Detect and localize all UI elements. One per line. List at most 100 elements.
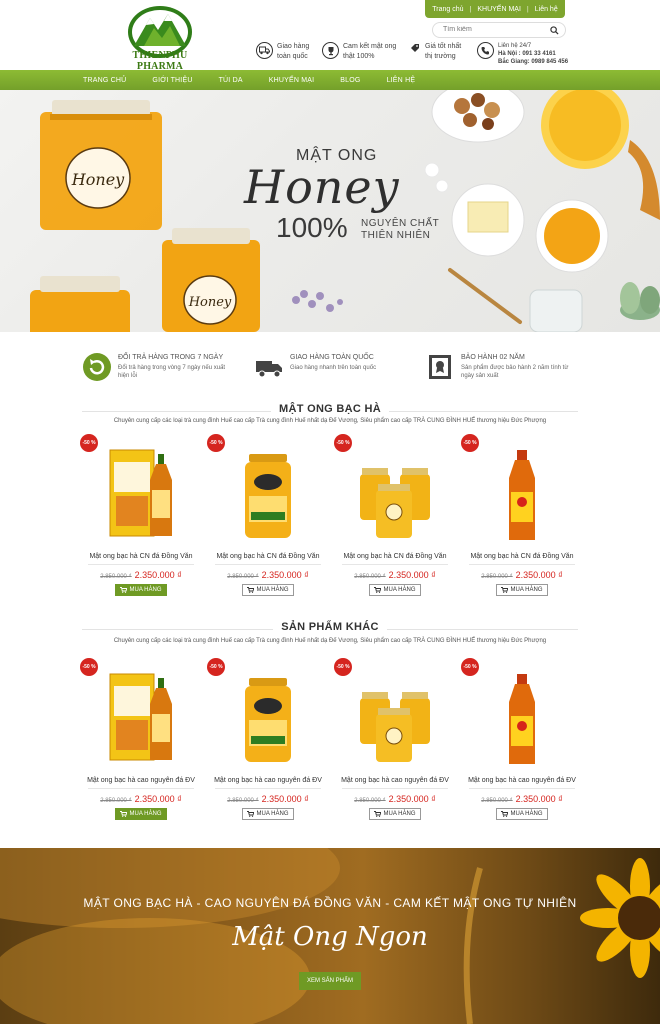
divider	[215, 788, 321, 789]
product-card[interactable]: -50 % Mật ong bạc hà CN đá Đồng Văn 2.850.…	[207, 434, 327, 596]
nav-home[interactable]: TRANG CHỦ	[70, 77, 139, 84]
cart-icon	[120, 587, 128, 593]
product-card[interactable]: -50 % Mật ong bạc hà CN đá Đồng Văn 2.850.…	[334, 434, 454, 596]
product-image[interactable]: -50 %	[207, 658, 327, 770]
view-products-button[interactable]: XEM SẢN PHẨM	[299, 972, 361, 990]
product-image[interactable]: -50 %	[334, 658, 454, 770]
juice-glass-image	[541, 90, 629, 169]
buy-button[interactable]: MUA HÀNG	[242, 584, 294, 596]
divider	[88, 564, 194, 565]
sale-price: 2.350.000 ₫	[515, 794, 563, 804]
top-link-promo[interactable]: KHUYẾN MẠI	[477, 6, 521, 13]
cart-icon	[374, 587, 382, 593]
return-icon	[83, 353, 111, 381]
old-price: 2.850.000 ₫	[354, 798, 386, 804]
cart-icon	[120, 811, 128, 817]
product-card[interactable]: -50 % Mật ong bạc hà CN đá Đồng Văn 2.850.…	[461, 434, 581, 596]
glass-jar-image	[529, 289, 583, 332]
nav-promo[interactable]: KHUYẾN MẠI	[256, 77, 328, 84]
product-name[interactable]: Mật ong bạc hà cao nguyên đá ĐV	[463, 777, 581, 784]
buy-button-label: MUA HÀNG	[383, 587, 416, 593]
product-card[interactable]: -50 % Mật ong bạc hà cao nguyên đá ĐV 2.85…	[80, 658, 200, 820]
search-box[interactable]	[432, 22, 566, 38]
product-prices: 2.850.000 ₫ 2.350.000 ₫	[82, 570, 200, 580]
buy-button-label: MUA HÀNG	[510, 811, 543, 817]
feature-guarantee: Cam kết mật ong thật 100%	[322, 42, 415, 62]
old-price: 2.850.000 ₫	[100, 574, 132, 580]
buy-button[interactable]: MUA HÀNG	[369, 584, 421, 596]
product-name[interactable]: Mật ong bạc hà cao nguyên đá ĐV	[82, 777, 200, 784]
product-name[interactable]: Mật ong bạc hà CN đá Đồng Văn	[82, 553, 200, 560]
cart-icon	[247, 587, 255, 593]
old-price: 2.850.000 ₫	[227, 798, 259, 804]
top-link-home[interactable]: Trang chủ	[432, 6, 463, 13]
svg-text:Honey: Honey	[71, 170, 125, 189]
honey-jar-image: Honey	[40, 100, 162, 230]
buy-button[interactable]: MUA HÀNG	[115, 584, 167, 596]
discount-badge: -50 %	[80, 434, 98, 452]
product-name[interactable]: Mật ong bạc hà cao nguyên đá ĐV	[209, 777, 327, 784]
service-desc: Đổi trả hàng trong vòng 7 ngày nếu xuất …	[118, 365, 226, 379]
search-input[interactable]	[443, 26, 543, 33]
cart-icon	[501, 811, 509, 817]
product-image[interactable]: -50 %	[207, 434, 327, 546]
nav-blog[interactable]: BLOG	[327, 77, 373, 84]
feature-price: Giá tốt nhất thị trường	[409, 42, 477, 62]
discount-badge: -50 %	[207, 658, 225, 676]
main-nav: TRANG CHỦ GIỚI THIỆU TÚI DA KHUYẾN MẠI B…	[0, 70, 660, 90]
buy-button-label: MUA HÀNG	[256, 811, 289, 817]
product-name[interactable]: Mật ong bạc hà CN đá Đồng Văn	[463, 553, 581, 560]
discount-badge: -50 %	[80, 658, 98, 676]
nav-about[interactable]: GIỚI THIỆU	[139, 77, 205, 84]
buy-button-label: MUA HÀNG	[256, 587, 289, 593]
product-name[interactable]: Mật ong bạc hà CN đá Đồng Văn	[336, 553, 454, 560]
product-image[interactable]: -50 %	[80, 658, 200, 770]
product-name[interactable]: Mật ong bạc hà cao nguyên đá ĐV	[336, 777, 454, 784]
feature-line: Cam kết mật ong	[343, 43, 397, 50]
buy-button[interactable]: MUA HÀNG	[242, 808, 294, 820]
butter-plate-image	[451, 183, 525, 257]
banner-percent: 100%	[276, 212, 348, 243]
buy-button-label: MUA HÀNG	[129, 811, 162, 817]
section-header: MẬT ONG BẠC HÀ	[82, 403, 578, 417]
buy-button-label: MUA HÀNG	[383, 811, 416, 817]
buy-button[interactable]: MUA HÀNG	[369, 808, 421, 820]
buy-button[interactable]: MUA HÀNG	[496, 584, 548, 596]
top-link-contact[interactable]: Liên hệ	[535, 6, 558, 13]
old-price: 2.850.000 ₫	[100, 798, 132, 804]
divider	[469, 788, 575, 789]
product-image[interactable]: -50 %	[334, 434, 454, 546]
service-warranty: BẢO HÀNH 02 NĂM Sản phẩm được bảo hành 2…	[425, 352, 581, 382]
svg-text:Honey: Honey	[188, 295, 232, 310]
sale-price: 2.350.000 ₫	[261, 794, 309, 804]
contact-hanoi: Hà Nội : 091 33 4161	[498, 51, 556, 57]
product-card[interactable]: -50 % Mật ong bạc hà CN đá Đồng Văn 2.850.…	[80, 434, 200, 596]
buy-button[interactable]: MUA HÀNG	[115, 808, 167, 820]
product-image[interactable]: -50 %	[80, 434, 200, 546]
search-icon[interactable]	[550, 26, 559, 35]
nav-bags[interactable]: TÚI DA	[206, 77, 256, 84]
nav-contact[interactable]: LIÊN HỆ	[374, 77, 429, 84]
feature-line: Giá tốt nhất	[425, 43, 462, 50]
banner-tag-pure: NGUYÊN CHẤT	[361, 218, 440, 229]
separator: |	[526, 5, 529, 13]
product-image[interactable]: -50 %	[461, 434, 581, 546]
honey-jar-image: Honey	[162, 228, 260, 332]
sale-price: 2.350.000 ₫	[388, 794, 436, 804]
divider	[469, 564, 575, 565]
product-card[interactable]: -50 % Mật ong bạc hà cao nguyên đá ĐV 2.85…	[334, 658, 454, 820]
cart-icon	[374, 811, 382, 817]
flower-decoration	[435, 179, 449, 193]
product-name[interactable]: Mật ong bạc hà CN đá Đồng Văn	[209, 553, 327, 560]
buy-button-label: MUA HÀNG	[129, 587, 162, 593]
product-card[interactable]: -50 % Mật ong bạc hà cao nguyên đá ĐV 2.85…	[207, 658, 327, 820]
hero-banner[interactable]: Honey Honey MẬT ONG Honey 100% NGUYÊN CH…	[0, 90, 660, 332]
divider	[215, 564, 321, 565]
product-image[interactable]: -50 %	[461, 658, 581, 770]
sale-price: 2.350.000 ₫	[261, 570, 309, 580]
buy-button[interactable]: MUA HÀNG	[496, 808, 548, 820]
feature-line: thị trường	[425, 53, 456, 60]
product-card[interactable]: -50 % Mật ong bạc hà cao nguyên đá ĐV 2.85…	[461, 658, 581, 820]
contact-hotline: Liên hệ 24/7 Hà Nội : 091 33 4161 Bắc Gi…	[477, 42, 578, 66]
product-prices: 2.850.000 ₫ 2.350.000 ₫	[336, 570, 454, 580]
